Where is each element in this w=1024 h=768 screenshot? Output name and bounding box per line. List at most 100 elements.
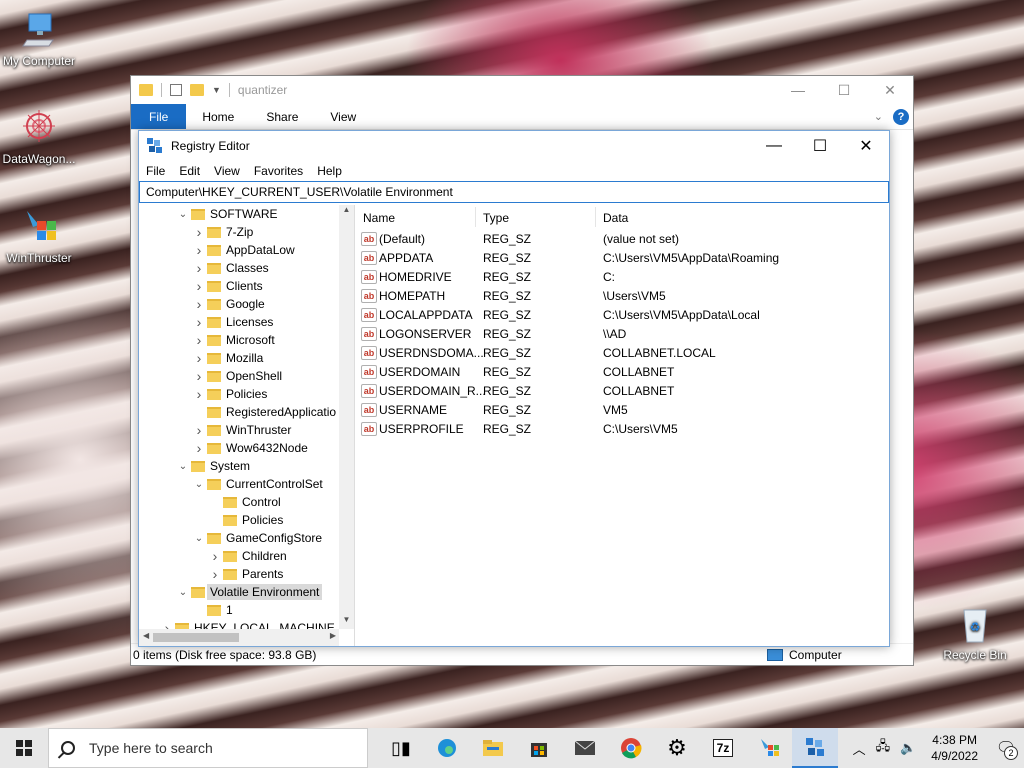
menu-favorites[interactable]: Favorites [247, 164, 310, 178]
clock[interactable]: 4:38 PM 4/9/2022 [921, 732, 988, 764]
list-item[interactable]: ab (Default) REG_SZ (value not set) [355, 229, 889, 248]
column-header-type[interactable]: Type [483, 211, 509, 225]
chevron-right-icon[interactable]: › [191, 368, 207, 384]
menu-file[interactable]: File [139, 164, 172, 178]
tree-node[interactable]: › Policies [191, 385, 268, 403]
7zip-icon[interactable]: 7z [700, 728, 746, 768]
list-item[interactable]: ab HOMEDRIVE REG_SZ C: [355, 267, 889, 286]
tree-node[interactable]: ⌄ CurrentControlSet [191, 475, 323, 493]
desktop-icon-winthruster[interactable]: WinThruster [0, 207, 81, 265]
tree-node[interactable]: › Clients [191, 277, 263, 295]
store-icon[interactable] [516, 728, 562, 768]
tree-node[interactable]: ⌄ GameConfigStore [191, 529, 322, 547]
task-view-icon[interactable]: ▯▮ [378, 728, 424, 768]
chevron-right-icon[interactable]: › [207, 566, 223, 582]
chevron-down-icon[interactable]: ⌄ [191, 533, 207, 544]
list-item[interactable]: ab HOMEPATH REG_SZ \Users\VM5 [355, 286, 889, 305]
address-bar[interactable]: Computer\HKEY_CURRENT_USER\Volatile Envi… [139, 181, 889, 203]
tree-node[interactable]: › Licenses [191, 313, 274, 331]
chevron-right-icon[interactable]: › [191, 260, 207, 276]
list-item[interactable]: ab USERDOMAIN REG_SZ COLLABNET [355, 362, 889, 381]
chevron-down-icon[interactable]: ⌄ [175, 587, 191, 598]
list-item[interactable]: ab LOGONSERVER REG_SZ \\AD [355, 324, 889, 343]
edge-icon[interactable] [424, 728, 470, 768]
regedit-icon[interactable] [792, 728, 838, 768]
tree-node[interactable]: › OpenShell [191, 367, 282, 385]
start-button[interactable] [0, 728, 48, 768]
mail-icon[interactable] [562, 728, 608, 768]
tree-node[interactable]: › Mozilla [191, 349, 264, 367]
file-explorer-icon[interactable] [470, 728, 516, 768]
desktop-icon-datawagon[interactable]: DataWagon... [0, 108, 81, 166]
tab-home[interactable]: Home [186, 104, 250, 129]
winthruster-icon[interactable] [746, 728, 792, 768]
tree-node[interactable]: › Children [207, 547, 287, 565]
tab-share[interactable]: Share [250, 104, 314, 129]
desktop-icon-my-computer[interactable]: My Computer [0, 10, 81, 68]
minimize-button[interactable]: — [751, 131, 797, 161]
settings-icon[interactable]: ⚙ [654, 728, 700, 768]
tree-node[interactable]: › AppDataLow [191, 241, 295, 259]
tree-node[interactable]: › Microsoft [191, 331, 275, 349]
list-item[interactable]: ab USERDNSDOMA... REG_SZ COLLABNET.LOCAL [355, 343, 889, 362]
network-icon[interactable]: 🖧 [871, 737, 896, 759]
chevron-right-icon[interactable]: › [191, 332, 207, 348]
tree-node[interactable]: › WinThruster [191, 421, 292, 439]
chevron-right-icon[interactable]: › [191, 314, 207, 330]
chevron-right-icon[interactable]: › [191, 386, 207, 402]
chevron-left-icon[interactable]: ◀ [143, 631, 149, 640]
chevron-down-icon[interactable]: ⌄ [175, 461, 191, 472]
chevron-right-icon[interactable]: › [191, 296, 207, 312]
notification-icon[interactable]: 🗨2 [988, 738, 1024, 760]
menu-edit[interactable]: Edit [172, 164, 207, 178]
list-item[interactable]: ab USERDOMAIN_R... REG_SZ COLLABNET [355, 381, 889, 400]
tree-node[interactable]: ⌄ SOFTWARE [175, 205, 278, 223]
list-item[interactable]: ab LOCALAPPDATA REG_SZ C:\Users\VM5\AppData… [355, 305, 889, 324]
scroll-thumb[interactable] [153, 633, 239, 642]
chevron-right-icon[interactable]: › [191, 242, 207, 258]
column-header-name[interactable]: Name [363, 211, 395, 225]
tab-view[interactable]: View [314, 104, 372, 129]
chrome-icon[interactable] [608, 728, 654, 768]
chevron-down-icon[interactable]: ⌄ [191, 479, 207, 490]
volume-icon[interactable]: 🔈 [895, 740, 921, 756]
tree-node[interactable]: › Wow6432Node [191, 439, 308, 457]
menu-view[interactable]: View [207, 164, 247, 178]
tree-horizontal-scrollbar[interactable]: ◀ ▶ [139, 629, 339, 646]
chevron-right-icon[interactable]: › [207, 548, 223, 564]
maximize-button[interactable]: ☐ [821, 82, 867, 99]
taskbar-search[interactable]: Type here to search [48, 728, 368, 768]
folder-icon[interactable] [190, 84, 204, 96]
list-item[interactable]: ab USERNAME REG_SZ VM5 [355, 400, 889, 419]
chevron-down-icon[interactable]: ▼ [212, 85, 221, 95]
checkbox-icon[interactable] [170, 84, 182, 96]
tree-vertical-scrollbar[interactable]: ▲ ▼ [339, 205, 354, 629]
chevron-right-icon[interactable]: › [191, 278, 207, 294]
menu-help[interactable]: Help [310, 164, 349, 178]
chevron-down-icon[interactable]: ⌄ [175, 209, 191, 220]
tree-node[interactable]: Policies [207, 511, 283, 529]
list-item[interactable]: ab APPDATA REG_SZ C:\Users\VM5\AppData\Roam… [355, 248, 889, 267]
close-button[interactable]: ✕ [843, 131, 889, 161]
maximize-button[interactable]: ☐ [797, 131, 843, 161]
list-item[interactable]: ab USERPROFILE REG_SZ C:\Users\VM5 [355, 419, 889, 438]
chevron-right-icon[interactable]: › [191, 422, 207, 438]
chevron-down-icon[interactable]: ▼ [339, 615, 354, 629]
tree-node[interactable]: Control [207, 493, 281, 511]
tab-file[interactable]: File [131, 104, 187, 129]
tree-node[interactable]: ⌄ Volatile Environment [175, 583, 323, 601]
chevron-right-icon[interactable]: › [191, 224, 207, 240]
chevron-up-icon[interactable]: ︿ [848, 739, 871, 758]
help-icon[interactable]: ? [893, 108, 909, 125]
close-button[interactable]: ✕ [867, 82, 913, 99]
tree-node[interactable]: › Google [191, 295, 265, 313]
chevron-right-icon[interactable]: › [191, 350, 207, 366]
tree-node[interactable]: › 7-Zip [191, 223, 254, 241]
tree-node[interactable]: › Parents [207, 565, 284, 583]
desktop-icon-recycle-bin[interactable]: ♻ Recycle Bin [933, 604, 1017, 662]
chevron-down-icon[interactable]: ⌄ [874, 110, 883, 123]
chevron-up-icon[interactable]: ▲ [339, 205, 354, 219]
tree-node[interactable]: RegisteredApplicatio [191, 403, 336, 421]
tree-node[interactable]: › Classes [191, 259, 269, 277]
tree-node[interactable]: 1 [191, 601, 233, 619]
